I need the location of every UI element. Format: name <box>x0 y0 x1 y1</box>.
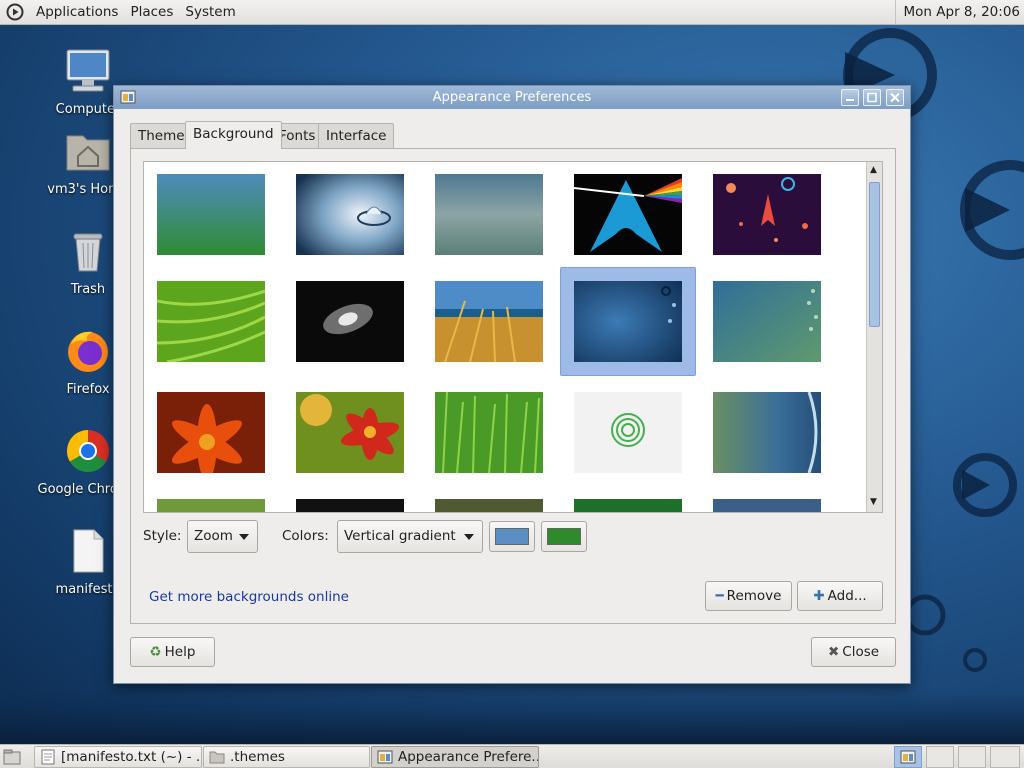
wallpaper-blue-bubbles[interactable] <box>574 281 682 362</box>
wallpaper-space-rockets[interactable] <box>713 174 821 255</box>
tab-interface[interactable]: Interface <box>318 123 395 149</box>
style-label: Style: <box>143 528 182 544</box>
task-themes-folder[interactable]: .themes <box>203 746 370 768</box>
home-folder-icon <box>66 135 110 171</box>
chevron-down-icon <box>239 534 249 540</box>
firefox-icon <box>68 331 108 372</box>
get-more-backgrounds-link[interactable]: Get more backgrounds online <box>149 589 349 605</box>
appearance-app-icon <box>900 750 916 764</box>
workspace-1[interactable] <box>894 746 922 768</box>
wallpaper-wheat-grass[interactable] <box>435 281 543 362</box>
workspace-3[interactable] <box>958 746 986 768</box>
help-button-label: Help <box>164 644 196 660</box>
task-appearance-preferences[interactable]: Appearance Prefere... <box>371 746 539 768</box>
remove-button[interactable]: ━ Remove <box>705 581 792 611</box>
tab-theme[interactable]: Theme <box>130 123 193 149</box>
document-icon <box>73 529 104 573</box>
wallpaper-gallery[interactable]: ▲ ▼ <box>143 161 883 513</box>
wallpaper-green-blue-wave[interactable] <box>713 392 821 473</box>
menu-system[interactable]: System <box>179 4 241 20</box>
maximize-icon <box>867 92 877 103</box>
menu-applications[interactable]: Applications <box>30 4 124 20</box>
workspace-4[interactable] <box>990 746 1020 768</box>
wallpaper-teal-haze[interactable] <box>435 174 543 255</box>
task-manifesto-label: [manifesto.txt (~) - ... <box>61 749 202 765</box>
wallpaper-spiral-logo[interactable] <box>574 392 682 473</box>
help-button[interactable]: ♻ Help <box>130 637 215 667</box>
wallpaper-partial-2[interactable] <box>296 499 404 512</box>
close-icon: ✖ <box>827 644 840 660</box>
help-icon: ♻ <box>149 644 162 660</box>
wallpaper-arch-prism[interactable] <box>574 174 682 255</box>
secondary-color-button[interactable] <box>541 521 587 552</box>
scroll-up-icon[interactable]: ▲ <box>870 165 877 175</box>
colors-combo[interactable]: Vertical gradient <box>337 520 483 553</box>
computer-icon <box>66 49 110 92</box>
bottom-taskbar: [manifesto.txt (~) - ... .themes Appeara… <box>0 744 1024 768</box>
wallpaper-partial-3[interactable] <box>435 499 543 512</box>
task-manifesto[interactable]: [manifesto.txt (~) - ... <box>34 746 202 768</box>
background-tab-panel: ▲ ▼ Style: Zoom Colors: Vertical gradien… <box>130 148 896 624</box>
minimize-button[interactable] <box>841 89 859 106</box>
wallpaper-galaxy[interactable] <box>296 281 404 362</box>
chrome-icon <box>66 430 109 473</box>
colors-combo-value: Vertical gradient <box>344 528 456 544</box>
close-button-label: Close <box>842 644 880 660</box>
minimize-icon <box>846 99 854 101</box>
wallpaper-orange-flower[interactable] <box>157 392 265 473</box>
add-button[interactable]: ✚ Add... <box>797 581 883 611</box>
show-desktop-icon[interactable] <box>3 749 21 765</box>
minus-icon: ━ <box>715 588 724 604</box>
wallpaper-partial-1[interactable] <box>157 499 265 512</box>
primary-color-button[interactable] <box>489 521 535 552</box>
wallpaper-blue-green-gradient[interactable] <box>157 174 265 255</box>
task-appearance-label: Appearance Prefere... <box>398 749 539 765</box>
appearance-app-icon <box>120 90 136 104</box>
debian-logo-icon[interactable] <box>6 3 24 21</box>
text-editor-icon <box>41 749 55 765</box>
close-icon <box>890 92 900 103</box>
primary-color-swatch <box>495 528 529 545</box>
wallpaper-teal-bubbles[interactable] <box>713 281 821 362</box>
top-panel: Applications Places System Mon Apr 8, 20… <box>0 0 1024 25</box>
wallpaper-water-drop[interactable] <box>296 174 404 255</box>
close-window-button[interactable] <box>886 89 904 106</box>
window-title: Appearance Preferences <box>432 90 592 105</box>
scrollbar-thumb[interactable] <box>869 182 880 327</box>
plus-icon: ✚ <box>813 588 825 604</box>
tab-background[interactable]: Background <box>185 121 282 149</box>
scroll-down-icon[interactable]: ▼ <box>870 497 877 507</box>
style-combo[interactable]: Zoom <box>187 520 258 553</box>
chevron-down-icon <box>464 534 474 540</box>
wallpaper-green-leaf[interactable] <box>157 281 265 362</box>
appearance-app-icon <box>377 750 393 764</box>
remove-button-label: Remove <box>726 588 782 604</box>
clock[interactable]: Mon Apr 8, 20:06 <box>894 0 1020 24</box>
close-button[interactable]: ✖ Close <box>811 637 896 667</box>
workspace-2[interactable] <box>926 746 954 768</box>
task-themes-label: .themes <box>230 749 285 765</box>
trash-icon <box>73 233 103 272</box>
wallpaper-red-marigold[interactable] <box>296 392 404 473</box>
gallery-scrollbar[interactable]: ▲ ▼ <box>866 162 882 512</box>
maximize-button[interactable] <box>863 89 881 106</box>
folder-icon <box>209 751 225 764</box>
style-combo-value: Zoom <box>194 528 233 544</box>
wallpaper-green-grass[interactable] <box>435 392 543 473</box>
appearance-preferences-window: Appearance Preferences Theme Background … <box>113 85 911 684</box>
add-button-label: Add... <box>827 588 867 604</box>
window-titlebar[interactable]: Appearance Preferences <box>114 86 910 109</box>
wallpaper-partial-4[interactable] <box>574 499 682 512</box>
wallpaper-partial-5[interactable] <box>713 499 821 512</box>
colors-label: Colors: <box>282 528 329 544</box>
menu-places[interactable]: Places <box>124 4 179 20</box>
secondary-color-swatch <box>547 528 581 545</box>
